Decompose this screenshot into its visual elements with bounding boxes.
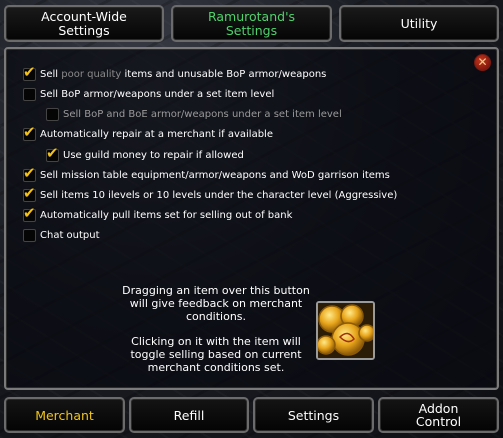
option-label: Chat output xyxy=(40,230,100,241)
option-pull-from-bank[interactable]: Automatically pull items set for selling… xyxy=(23,204,293,222)
option-sell-aggressive[interactable]: Sell items 10 ilevels or 10 levels under… xyxy=(23,184,398,202)
option-label: Sell BoP and BoE armor/weapons under a s… xyxy=(63,109,342,120)
option-label: Use guild money to repair if allowed xyxy=(63,150,244,161)
tab-label-line1: Settings xyxy=(287,407,340,423)
option-label: Sell poor quality items and unusable BoP… xyxy=(40,69,326,80)
option-guild-repair[interactable]: Use guild money to repair if allowed xyxy=(46,144,244,162)
option-label: Automatically pull items set for selling… xyxy=(40,210,293,221)
checkbox-sell-aggressive[interactable] xyxy=(23,184,36,202)
option-sell-mission-equipment[interactable]: Sell mission table equipment/armor/weapo… xyxy=(23,164,390,182)
option-chat-output[interactable]: Chat output xyxy=(23,229,100,242)
tab-label-line1: Merchant xyxy=(35,407,94,423)
option-sell-poor-quality[interactable]: Sell poor quality items and unusable BoP… xyxy=(23,63,326,81)
tab-utility[interactable]: Utility xyxy=(339,5,499,42)
tab-label-line2: Settings xyxy=(225,22,278,38)
tab-refill[interactable]: Refill xyxy=(129,397,249,433)
tab-label-line1: Refill xyxy=(173,407,205,423)
settings-panel: ✕ Sell poor quality items and unusable B… xyxy=(4,47,499,390)
option-auto-repair[interactable]: Automatically repair at a merchant if av… xyxy=(23,123,273,141)
tab-label-line2: Control xyxy=(415,414,462,429)
tab-account-wide-settings[interactable]: Account-Wide Settings xyxy=(4,5,164,42)
drag-hint-text: Dragging an item over this button will g… xyxy=(116,284,316,386)
close-icon[interactable]: ✕ xyxy=(474,54,491,71)
option-label: Automatically repair at a merchant if av… xyxy=(40,129,273,140)
hint-paragraph-click: Clicking on it with the item will toggle… xyxy=(130,335,302,374)
checkbox-pull-from-bank[interactable] xyxy=(23,204,36,222)
hint-paragraph-drag: Dragging an item over this button will g… xyxy=(122,284,310,323)
checkbox-sell-bop-under-ilvl[interactable] xyxy=(23,88,36,101)
tab-label-line1: Ramurotand's xyxy=(207,8,296,24)
option-label: Sell items 10 ilevels or 10 levels under… xyxy=(40,190,398,201)
option-label-part: items and unusable BoP armor/weapons xyxy=(121,69,327,80)
merchant-item-drop-button[interactable] xyxy=(316,301,375,360)
tab-merchant[interactable]: Merchant xyxy=(4,397,125,433)
checkbox-auto-repair[interactable] xyxy=(23,123,36,141)
checkbox-guild-repair[interactable] xyxy=(46,144,59,162)
checkbox-chat-output[interactable] xyxy=(23,229,36,242)
tab-addon-control[interactable]: Addon Control xyxy=(378,397,499,433)
tab-character-settings[interactable]: Ramurotand's Settings xyxy=(171,5,332,42)
checkbox-sell-poor-quality[interactable] xyxy=(23,63,36,81)
option-label-part: Sell xyxy=(40,69,62,80)
option-sell-bop-boe-under-ilvl[interactable]: Sell BoP and BoE armor/weapons under a s… xyxy=(46,108,342,121)
option-label: Sell mission table equipment/armor/weapo… xyxy=(40,170,390,181)
checkbox-sell-mission-equipment[interactable] xyxy=(23,164,36,182)
checkbox-sell-bop-boe-under-ilvl[interactable] xyxy=(46,108,59,121)
gold-coins-icon xyxy=(318,303,373,358)
option-sell-bop-under-ilvl[interactable]: Sell BoP armor/weapons under a set item … xyxy=(23,88,274,101)
tab-label-line1: Account-Wide xyxy=(41,8,127,24)
tab-label-line2: Settings xyxy=(58,22,110,38)
poor-quality-text: poor quality xyxy=(61,69,122,80)
tab-label-line1: Utility xyxy=(400,15,438,31)
tab-settings[interactable]: Settings xyxy=(253,397,374,433)
option-label: Sell BoP armor/weapons under a set item … xyxy=(40,89,275,100)
